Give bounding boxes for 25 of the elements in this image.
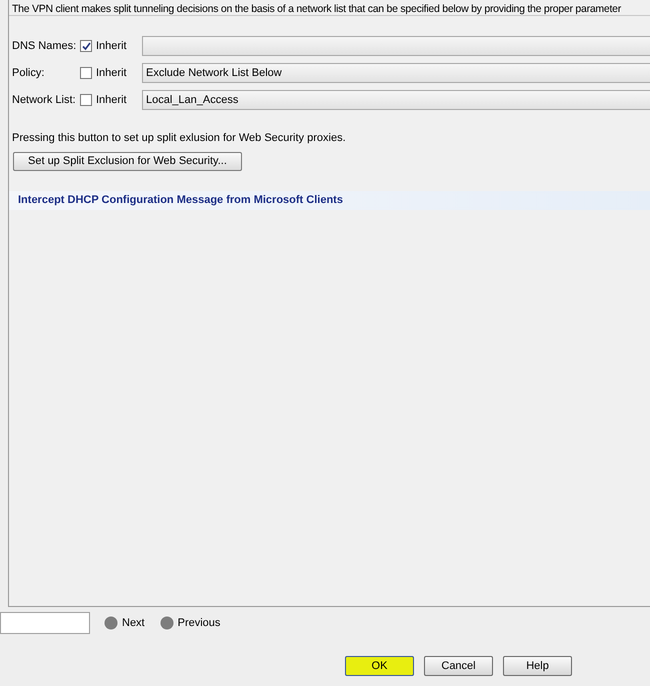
dropdown-field[interactable]: Local_Lan_Access xyxy=(142,90,650,110)
dropdown-field[interactable]: Exclude Network List Below xyxy=(142,63,650,83)
dialog-button[interactable]: OK xyxy=(345,656,414,676)
inherit-checkbox[interactable] xyxy=(80,67,92,79)
split-exclusion-button[interactable]: Set up Split Exclusion for Web Security... xyxy=(13,152,242,170)
section-header[interactable]: Intercept DHCP Configuration Message from Microsoft Clients xyxy=(9,190,650,210)
inherit-label: Inherit xyxy=(96,38,128,54)
next-button[interactable]: Next xyxy=(104,614,145,632)
dialog-button[interactable]: Cancel xyxy=(424,656,493,676)
dialog-button[interactable]: Help xyxy=(503,656,572,676)
search-field[interactable] xyxy=(0,612,90,634)
field-label: Network List: xyxy=(11,92,77,108)
text-field[interactable] xyxy=(142,36,650,56)
description-text: The VPN client makes split tunneling decisions on the basis of a network list that can be specified below by providing the proper parameter xyxy=(9,0,650,16)
inherit-checkbox[interactable] xyxy=(80,94,92,106)
check-icon xyxy=(82,42,90,50)
instruction-text: Pressing this button to set up split exlusion for Web Security proxies. xyxy=(11,131,347,146)
field-label: Policy: xyxy=(11,66,46,81)
inherit-checkbox[interactable] xyxy=(80,40,92,52)
circle-icon xyxy=(104,616,118,630)
inherit-label: Inherit xyxy=(96,92,128,108)
field-label: DNS Names: xyxy=(11,38,78,54)
previous-button[interactable]: Previous xyxy=(160,614,220,632)
inherit-label: Inherit xyxy=(96,66,128,81)
circle-icon xyxy=(160,616,174,630)
